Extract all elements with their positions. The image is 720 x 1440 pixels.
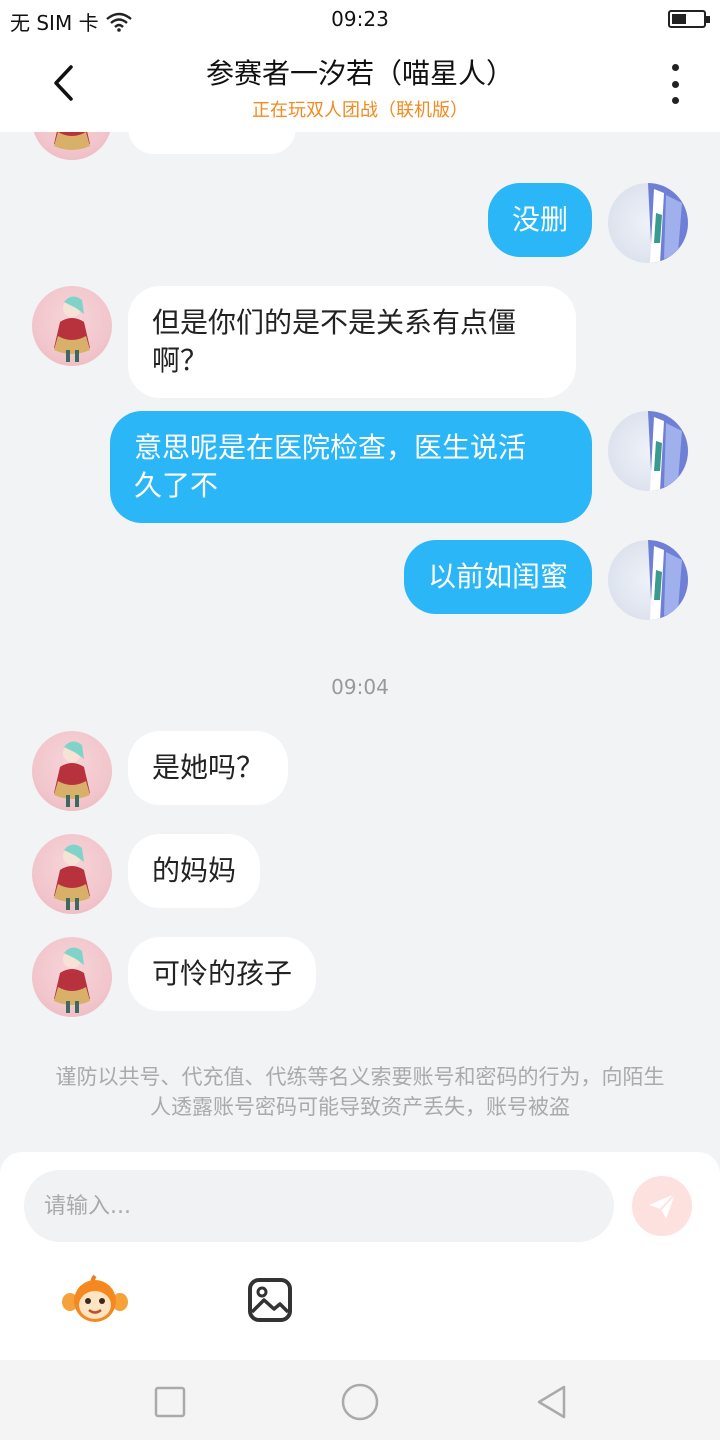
battery-icon [668,10,710,28]
monkey-face-icon [62,1274,128,1322]
image-button[interactable] [246,1276,294,1324]
nav-back-button[interactable] [530,1380,574,1424]
status-time: 09:23 [331,7,389,31]
header-title-wrap: 参赛者一汐若（喵星人） 正在玩双人团战（联机版） [120,52,600,122]
character-girl-icon [54,741,90,807]
page-subtitle: 正在玩双人团战（联机版） [252,100,468,121]
avatar-self[interactable] [608,540,688,620]
page-title: 参赛者一汐若（喵星人） [205,57,514,90]
avatar-other[interactable] [32,731,112,811]
square-icon [154,1386,186,1418]
image-icon [248,1278,292,1322]
dot-icon [671,64,679,71]
dot-icon [671,80,679,88]
character-girl-icon [54,947,90,1013]
avatar-other[interactable] [32,286,112,366]
recent-apps-button[interactable] [148,1380,192,1424]
back-button[interactable] [40,58,86,108]
emoji-button[interactable] [60,1274,130,1324]
message-bubble-in [128,132,296,154]
avatar-other[interactable] [32,132,112,160]
dot-icon [671,97,679,104]
message-bubble-out: 意思呢是在医院检查，医生说活 久了不 [110,411,592,523]
chevron-left-icon [54,65,73,101]
avatar-self[interactable] [608,411,688,491]
message-bubble-in: 是她吗？ [128,731,289,805]
input-panel [0,1152,720,1360]
avatar-other[interactable] [32,834,112,914]
message-bubble-out: 没删 [487,183,592,257]
character-blue-icon [648,183,688,263]
avatar-other[interactable] [32,937,112,1017]
message-bubble-in: 可怜的孩子 [128,937,317,1011]
character-girl-icon [54,296,90,362]
character-girl-icon [54,844,90,910]
triangle-back-icon [537,1385,566,1419]
message-input[interactable] [24,1170,614,1242]
chat-area[interactable]: 没删 但是你们的是不是关系有点僵 啊？ 意思呢是在医院检查，医生说活 久了不 以… [0,132,720,1152]
character-blue-icon [648,540,688,620]
chat-timestamp: 09:04 [331,675,389,699]
message-bubble-out: 以前如闺蜜 [403,540,592,614]
character-girl-icon [54,132,90,150]
status-bar: 无 SIM 卡 09:23 [0,0,720,38]
security-notice: 谨防以共号、代充值、代练等名义索要账号和密码的行为，向陌生人透露账号密码可能导致… [55,1065,665,1119]
circle-icon [341,1383,379,1421]
avatar-self[interactable] [608,183,688,263]
message-bubble-in: 但是你们的是不是关系有点僵 啊？ [128,286,576,398]
chat-header: 参赛者一汐若（喵星人） 正在玩双人团战（联机版） [0,38,720,132]
send-button[interactable] [632,1176,692,1236]
character-blue-icon [648,411,688,491]
system-navbar [0,1360,720,1440]
home-button[interactable] [338,1380,382,1424]
paper-plane-icon [649,1193,676,1219]
message-bubble-in: 的妈妈 [128,834,261,908]
more-options-button[interactable] [660,64,690,104]
